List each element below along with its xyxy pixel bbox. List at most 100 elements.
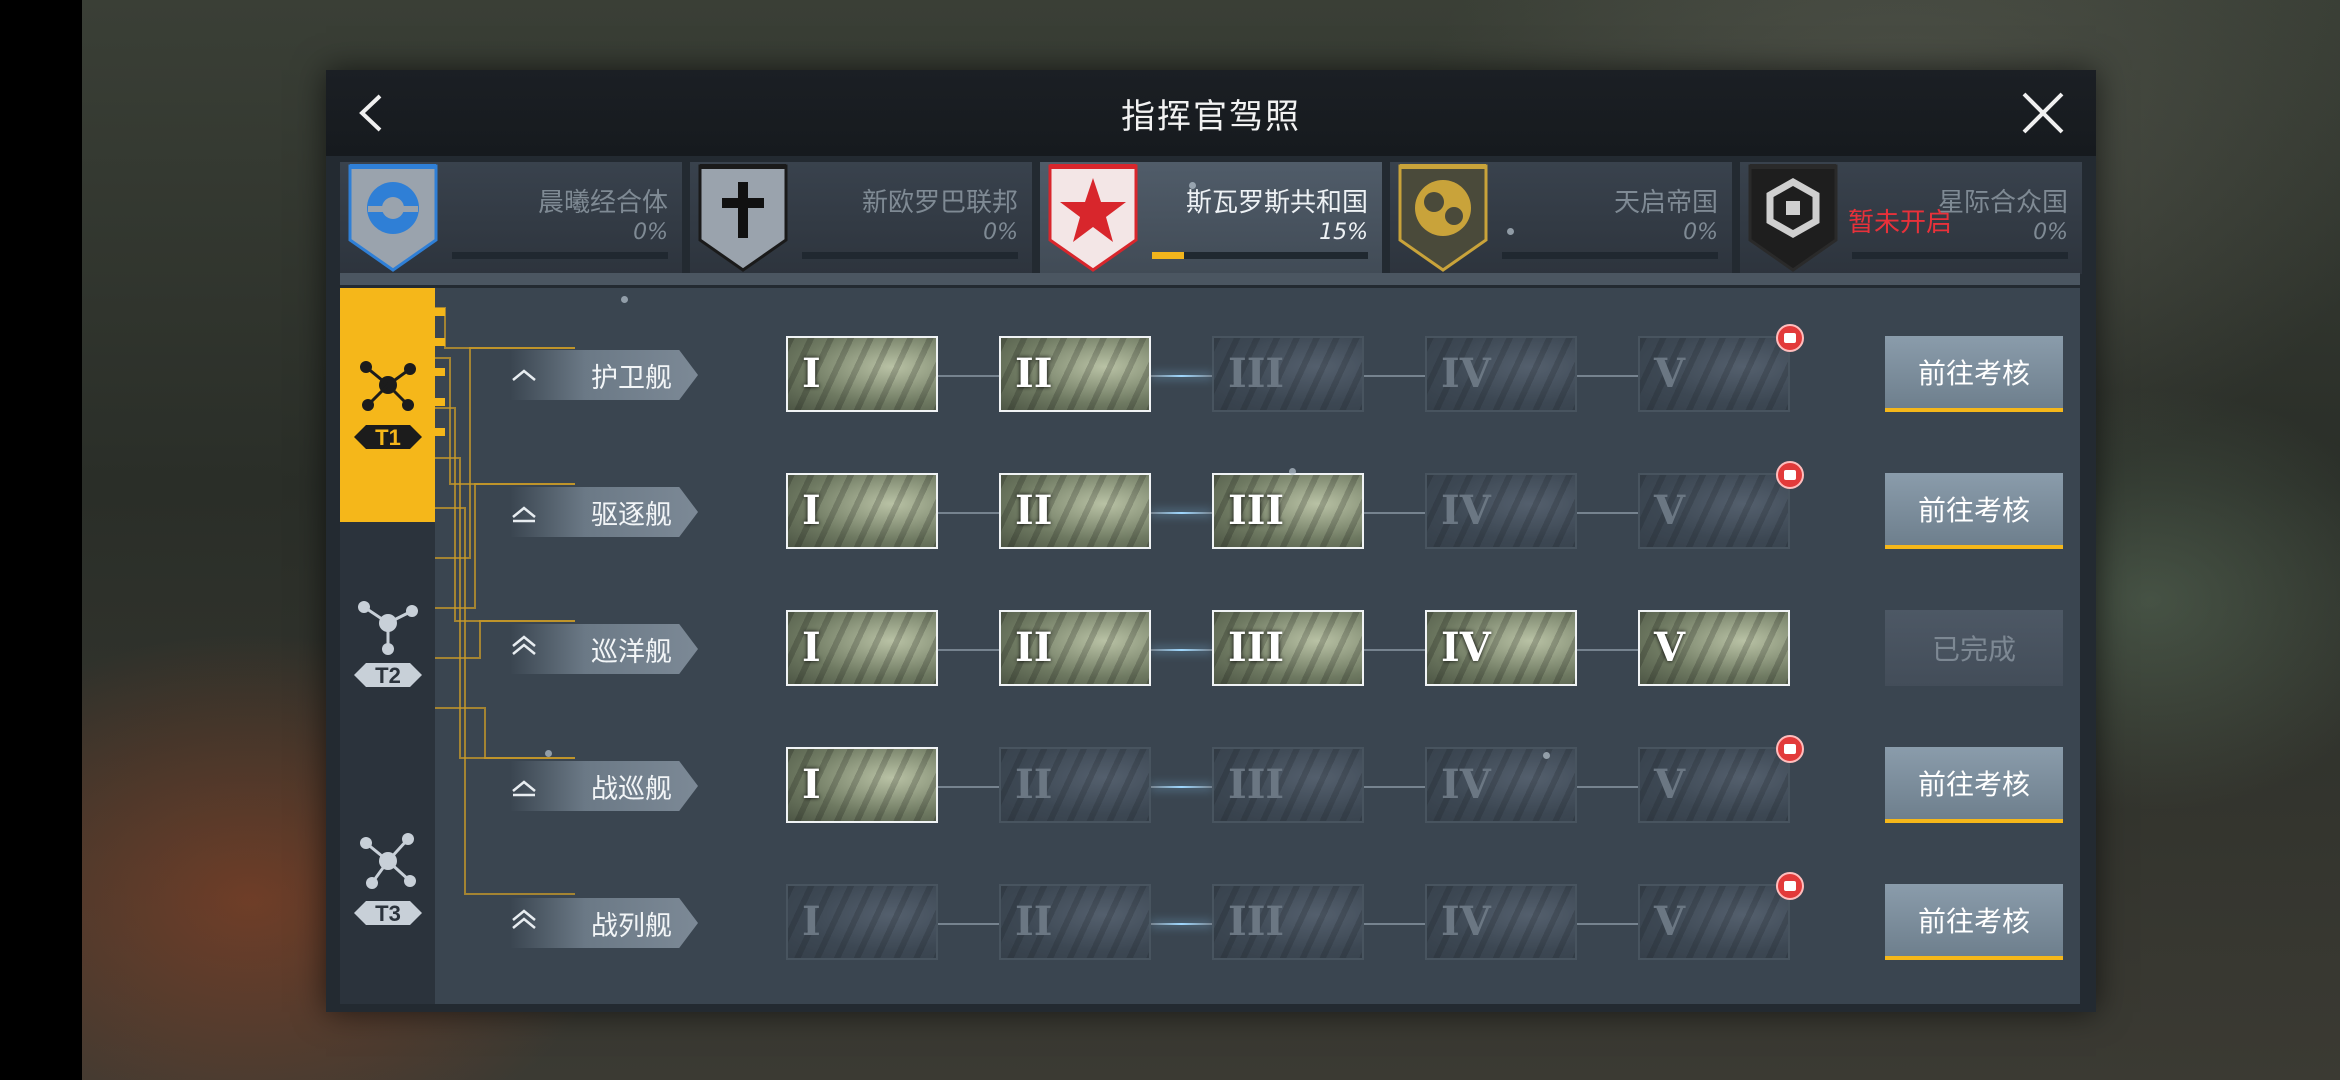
rank-chevron-icon — [512, 635, 536, 655]
ambient-particle — [1189, 182, 1196, 189]
rank-chevron-icon — [512, 909, 536, 929]
nation-name: 晨曦经合体 — [537, 188, 668, 218]
nation-tabs: 晨曦经合体 0% 新欧罗巴联邦 0% 斯瓦罗斯共和国 15% 天启帝国 0% 星际合众国 0% 暂未… — [340, 162, 2082, 284]
level-numeral: IV — [1441, 898, 1491, 945]
level-numeral: IV — [1441, 350, 1491, 397]
level-5-card[interactable]: V — [1638, 884, 1790, 960]
close-icon[interactable] — [2016, 86, 2070, 140]
level-1-card[interactable]: I — [786, 747, 938, 823]
level-numeral: I — [802, 761, 821, 808]
gift-reward-icon[interactable] — [1776, 872, 1804, 900]
go-assessment-button[interactable]: 前往考核 — [1885, 473, 2063, 549]
level-5-card[interactable]: V — [1638, 336, 1790, 412]
rank-chevron-icon — [512, 780, 536, 797]
go-assessment-button[interactable]: 前往考核 — [1885, 884, 2063, 960]
level-4-card[interactable]: IV — [1425, 610, 1577, 686]
ship-row: 巡洋舰 I II III IV V 已完成 — [340, 610, 2080, 690]
gift-reward-icon[interactable] — [1776, 735, 1804, 763]
nation-name: 新欧罗巴联邦 — [861, 188, 1018, 218]
nation-tab[interactable]: 斯瓦罗斯共和国 15% — [1040, 162, 1382, 274]
ship-row: 战列舰 I II III IV V 前往考核 — [340, 872, 2080, 964]
nation-name: 星际合众国 — [1937, 188, 2068, 218]
level-5-card[interactable]: V — [1638, 473, 1790, 549]
level-numeral: III — [1228, 350, 1285, 397]
level-3-card[interactable]: III — [1212, 884, 1364, 960]
level-1-card[interactable]: I — [786, 610, 938, 686]
level-connector — [1577, 512, 1638, 514]
gift-box-glyph — [1784, 881, 1796, 891]
nation-progress-bar — [1852, 252, 2068, 259]
nation-percent: 0% — [633, 220, 668, 245]
level-3-card[interactable]: III — [1212, 473, 1364, 549]
level-2-card[interactable]: II — [999, 884, 1151, 960]
level-connector — [1577, 649, 1638, 651]
ship-row: 驱逐舰 I II III IV V 前往考核 — [340, 461, 2080, 553]
level-numeral: IV — [1441, 761, 1491, 808]
nation-percent: 15% — [1319, 220, 1368, 245]
level-connector — [1364, 512, 1425, 514]
bubbles-emblem-icon — [1398, 164, 1488, 272]
level-4-card[interactable]: IV — [1425, 473, 1577, 549]
nation-progress-bar — [1152, 252, 1368, 259]
level-connector — [938, 786, 999, 788]
level-1-card[interactable]: I — [786, 336, 938, 412]
title-bar: 指挥官驾照 — [326, 70, 2096, 156]
level-2-card[interactable]: II — [999, 610, 1151, 686]
level-connector — [1151, 375, 1212, 377]
level-4-card[interactable]: IV — [1425, 336, 1577, 412]
ambient-particle — [1289, 468, 1296, 475]
level-connector — [938, 375, 999, 377]
nation-tab[interactable]: 星际合众国 0% 暂未开启 — [1740, 162, 2082, 274]
level-numeral: II — [1015, 350, 1053, 397]
level-numeral: V — [1654, 761, 1686, 808]
rank-chevron-icon — [512, 369, 536, 381]
level-2-card[interactable]: II — [999, 336, 1151, 412]
level-numeral: V — [1654, 487, 1686, 534]
nation-tab[interactable]: 天启帝国 0% — [1390, 162, 1732, 274]
level-4-card[interactable]: IV — [1425, 747, 1577, 823]
nation-tab[interactable]: 新欧罗巴联邦 0% — [690, 162, 1032, 274]
level-3-card[interactable]: III — [1212, 610, 1364, 686]
level-connector — [938, 512, 999, 514]
level-5-card[interactable]: V — [1638, 610, 1790, 686]
level-numeral: I — [802, 350, 821, 397]
level-2-card[interactable]: II — [999, 747, 1151, 823]
ship-row: 战巡舰 I II III IV V 前往考核 — [340, 735, 2080, 827]
level-numeral: I — [802, 624, 821, 671]
gift-box-glyph — [1784, 470, 1796, 480]
level-4-card[interactable]: IV — [1425, 884, 1577, 960]
tier-label: T1 — [375, 425, 401, 450]
level-numeral: III — [1228, 624, 1285, 671]
nation-progress-fill — [1152, 252, 1185, 259]
gift-reward-icon[interactable] — [1776, 461, 1804, 489]
level-numeral: V — [1654, 898, 1686, 945]
level-connector — [1151, 649, 1212, 651]
commander-license-panel: 指挥官驾照 晨曦经合体 0% 新欧罗巴联邦 0% 斯瓦罗斯共和国 15% 天启帝国 0% 星际合… — [326, 70, 2096, 1012]
back-arrow-icon[interactable] — [348, 88, 398, 138]
level-2-card[interactable]: II — [999, 473, 1151, 549]
level-connector — [1364, 649, 1425, 651]
level-3-card[interactable]: III — [1212, 747, 1364, 823]
level-connector — [1151, 512, 1212, 514]
nation-percent: 0% — [1683, 220, 1718, 245]
dawn-emblem-icon — [348, 164, 438, 272]
circuit-pad — [435, 428, 445, 436]
level-numeral: III — [1228, 761, 1285, 808]
nation-name: 斯瓦罗斯共和国 — [1185, 188, 1368, 218]
level-3-card[interactable]: III — [1212, 336, 1364, 412]
gift-reward-icon[interactable] — [1776, 324, 1804, 352]
rank-chevron-icon — [512, 506, 536, 523]
nation-progress-bar — [802, 252, 1018, 259]
nation-locked-label: 暂未开启 — [1848, 208, 1953, 238]
level-1-card[interactable]: I — [786, 473, 938, 549]
nation-tab[interactable]: 晨曦经合体 0% — [340, 162, 682, 274]
level-connector — [1577, 786, 1638, 788]
go-assessment-button[interactable]: 前往考核 — [1885, 336, 2063, 412]
level-5-card[interactable]: V — [1638, 747, 1790, 823]
level-numeral: II — [1015, 624, 1053, 671]
level-1-card[interactable]: I — [786, 884, 938, 960]
ambient-particle — [545, 750, 552, 757]
level-connector — [938, 649, 999, 651]
go-assessment-button[interactable]: 前往考核 — [1885, 747, 2063, 823]
nation-name: 天启帝国 — [1613, 188, 1718, 218]
